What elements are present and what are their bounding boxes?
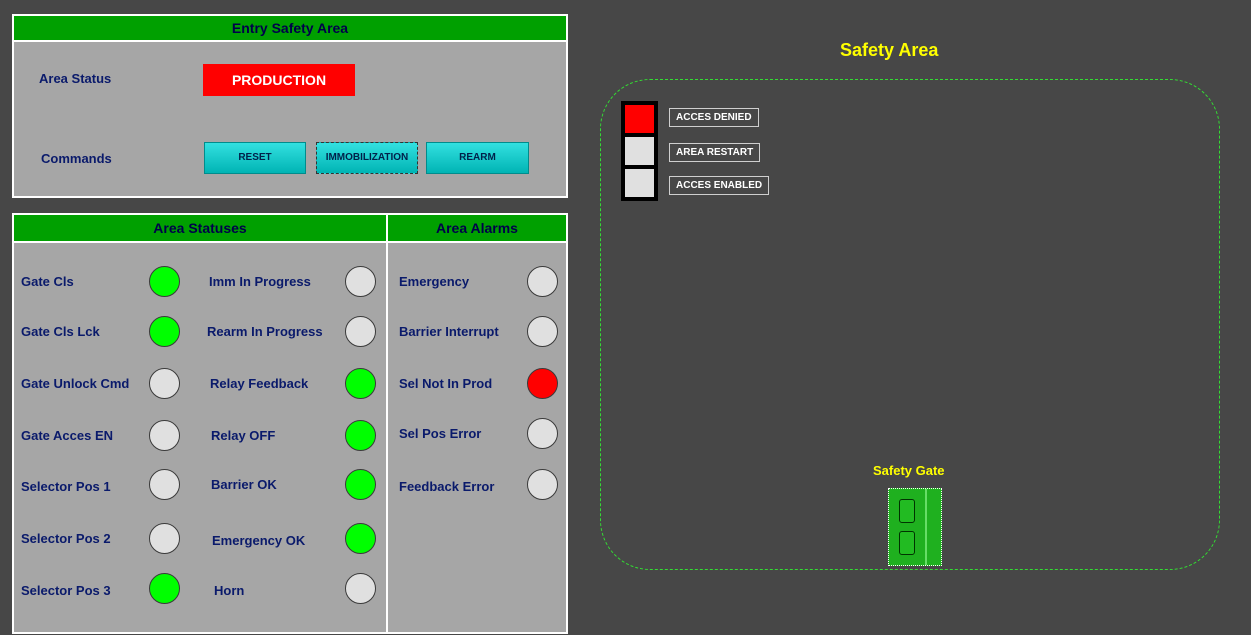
status-label-emergency-ok: Emergency OK <box>212 533 306 548</box>
status-label-rearm-in-progress: Rearm In Progress <box>207 324 323 339</box>
status-label-gate-unlock-cmd: Gate Unlock Cmd <box>21 376 130 391</box>
status-label-relay-off: Relay OFF <box>211 428 276 443</box>
alarm-label-feedback-error: Feedback Error <box>399 479 495 494</box>
rearm-button[interactable]: REARM <box>426 142 529 174</box>
alarm-label-barrier-interrupt: Barrier Interrupt <box>399 324 499 339</box>
area-restart-indicator <box>625 137 654 165</box>
status-label-relay-feedback: Relay Feedback <box>210 376 309 391</box>
alarm-lamp-sel-not-in-prod <box>527 368 558 399</box>
area-status-value: PRODUCTION <box>203 64 355 96</box>
safety-area-title: Safety Area <box>840 40 939 60</box>
acces-denied-indicator <box>625 105 654 133</box>
status-lamp-relay-feedback <box>345 368 376 399</box>
status-lamp-gate-cls <box>149 266 180 297</box>
status-lamp-imm-in-progress <box>345 266 376 297</box>
status-lamp-gate-cls-lck <box>149 316 180 347</box>
safety-gate-icon[interactable] <box>888 488 942 566</box>
status-label-gate-cls: Gate Cls <box>21 274 74 289</box>
status-label-selector-pos-1: Selector Pos 1 <box>21 479 111 494</box>
acces-denied-label: ACCES DENIED <box>669 108 759 127</box>
area-statuses-title: Area Statuses <box>14 215 386 243</box>
status-lamp-gate-unlock-cmd <box>149 368 180 399</box>
status-label-imm-in-progress: Imm In Progress <box>209 274 311 289</box>
access-indicator-stack <box>621 101 658 201</box>
status-lamp-selector-pos-1 <box>149 469 180 500</box>
gate-post-icon <box>925 489 927 565</box>
status-label-gate-cls-lck: Gate Cls Lck <box>21 324 100 339</box>
status-lamp-horn <box>345 573 376 604</box>
status-label-selector-pos-3: Selector Pos 3 <box>21 583 111 598</box>
alarm-label-sel-not-in-prod: Sel Not In Prod <box>399 376 493 391</box>
entry-safety-area-panel: Entry Safety Area Area Status PRODUCTION… <box>12 14 568 198</box>
status-label-horn: Horn <box>214 583 245 598</box>
reset-button[interactable]: RESET <box>204 142 306 174</box>
status-lamp-barrier-ok <box>345 469 376 500</box>
area-statuses-panel: Area Statuses Area Alarms Gate Cls Gate … <box>12 213 568 634</box>
status-lamp-relay-off <box>345 420 376 451</box>
safety-gate-title: Safety Gate <box>873 463 945 478</box>
status-lamp-rearm-in-progress <box>345 316 376 347</box>
alarm-lamp-feedback-error <box>527 469 558 500</box>
area-status-label: Area Status <box>39 71 112 86</box>
status-lamp-gate-acces-en <box>149 420 180 451</box>
commands-label: Commands <box>41 151 112 166</box>
status-label-selector-pos-2: Selector Pos 2 <box>21 531 111 546</box>
alarm-lamp-barrier-interrupt <box>527 316 558 347</box>
status-lamp-selector-pos-3 <box>149 573 180 604</box>
alarm-lamp-sel-pos-error <box>527 418 558 449</box>
alarm-label-sel-pos-error: Sel Pos Error <box>399 426 482 441</box>
column-divider <box>386 215 388 632</box>
acces-enabled-indicator <box>625 169 654 197</box>
status-lamp-emergency-ok <box>345 523 376 554</box>
status-lamp-selector-pos-2 <box>149 523 180 554</box>
area-restart-label: AREA RESTART <box>669 143 761 162</box>
area-alarms-title: Area Alarms <box>388 215 566 243</box>
entry-panel-title: Entry Safety Area <box>14 16 566 42</box>
acces-enabled-label: ACCES ENABLED <box>669 176 770 195</box>
alarm-lamp-emergency <box>527 266 558 297</box>
status-label-barrier-ok: Barrier OK <box>211 477 277 492</box>
status-label-gate-acces-en: Gate Acces EN <box>21 428 114 443</box>
gate-upper-door-icon <box>899 499 915 523</box>
alarm-label-emergency: Emergency <box>399 274 470 289</box>
gate-lower-door-icon <box>899 531 915 555</box>
immobilization-button[interactable]: IMMOBILIZATION <box>316 142 418 174</box>
